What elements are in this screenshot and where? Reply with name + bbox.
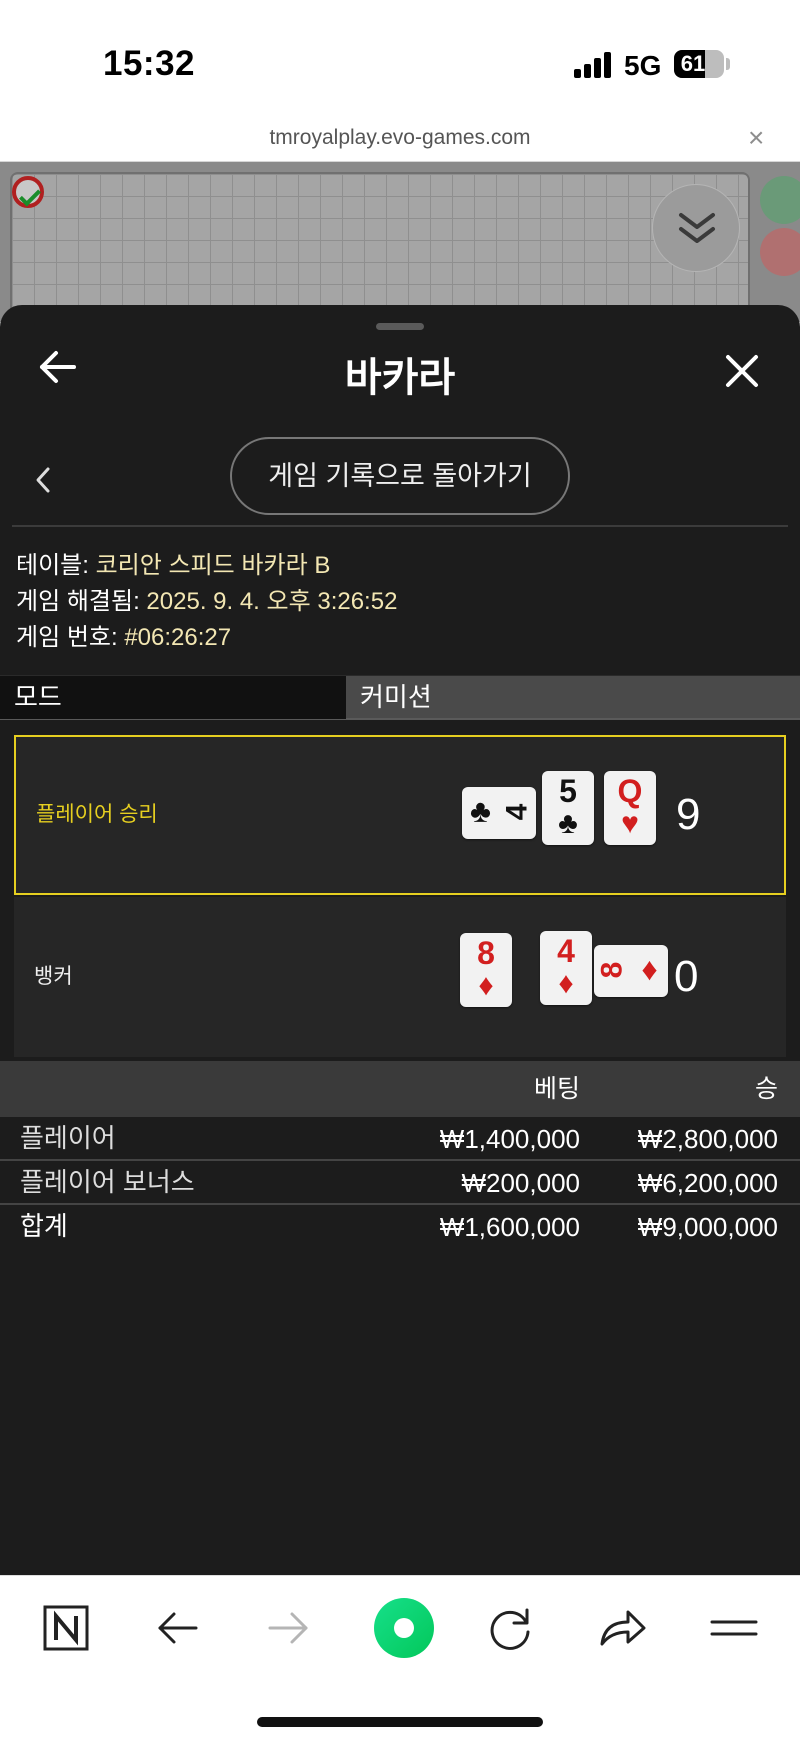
drag-handle[interactable]: [376, 323, 424, 330]
url-text: tmroyalplay.evo-games.com: [269, 126, 531, 149]
player-result-label: 플레이어 승리: [36, 803, 158, 826]
card-rank: 4: [500, 803, 534, 821]
bead-road-grid: [10, 172, 750, 322]
share-button[interactable]: [592, 1598, 652, 1658]
history-sheet: 바카라 게임 기록으로 돌아가기 테이블: 코리안 스피드 바카라 B 게임 해…: [0, 305, 800, 1575]
browser-toolbar: [0, 1575, 800, 1740]
card-rank: Q: [617, 773, 643, 809]
card-suit-icon: ♣: [470, 793, 491, 829]
collapse-button[interactable]: [652, 184, 740, 272]
url-bar[interactable]: tmroyalplay.evo-games.com ×: [0, 120, 800, 162]
banker-score: 0: [674, 952, 699, 1001]
bet-name: 플레이어 보너스: [20, 1167, 195, 1197]
resolved-label: 게임 해결됨:: [16, 588, 140, 615]
banker-card: 4 ♦: [540, 931, 592, 1005]
close-button[interactable]: [722, 351, 762, 396]
card-suit-icon: ♦: [478, 969, 494, 1002]
battery-level: 61: [680, 51, 706, 76]
green-home-button[interactable]: [368, 1592, 440, 1664]
status-time: 15:32: [103, 44, 196, 83]
side-marker-icon: [760, 228, 800, 276]
battery-icon: 61: [674, 50, 724, 78]
total-bet: ₩1,600,000: [439, 1212, 580, 1242]
banker-card: 8 ♦: [594, 945, 668, 997]
tab-mode[interactable]: 모드: [0, 676, 346, 719]
card-suit-icon: ♥: [621, 807, 639, 840]
back-arrow-icon: [158, 1612, 198, 1644]
resolved-info: 게임 해결됨: 2025. 9. 4. 오후 3:26:52: [16, 581, 397, 616]
card-suit-icon: ♦: [558, 967, 574, 1000]
bet-amount: ₩200,000: [461, 1168, 580, 1198]
resolved-value: 2025. 9. 4. 오후 3:26:52: [146, 588, 398, 615]
divider: [12, 525, 788, 527]
table-info: 테이블: 코리안 스피드 바카라 B: [16, 545, 330, 580]
card-rank: 8: [477, 935, 495, 971]
card-rank: 4: [557, 933, 575, 969]
banker-result-label: 뱅커: [34, 965, 73, 988]
forward-arrow-icon: [268, 1612, 308, 1644]
mode-tabs: 모드 커미션: [0, 675, 800, 720]
card-rank: 5: [559, 773, 577, 809]
win-amount: ₩6,200,000: [637, 1168, 778, 1198]
battery-tip: [726, 58, 730, 70]
reload-button[interactable]: [480, 1598, 540, 1658]
table-label: 테이블:: [16, 552, 89, 579]
player-card: Q ♥: [604, 771, 656, 845]
naver-n-button[interactable]: [36, 1598, 96, 1658]
table-row: 플레이어 ₩1,400,000 ₩2,800,000: [0, 1117, 800, 1161]
back-nav-button[interactable]: [148, 1598, 208, 1658]
banker-card: 8 ♦: [460, 933, 512, 1007]
win-column-header: 승: [754, 1075, 778, 1103]
menu-button[interactable]: [704, 1598, 764, 1658]
close-icon[interactable]: ×: [748, 122, 764, 154]
forward-nav-button[interactable]: [258, 1598, 318, 1658]
game-number-info: 게임 번호: #06:26:27: [16, 617, 231, 652]
reload-icon: [490, 1608, 530, 1650]
banker-result-panel: 뱅커 8 ♦ 4 ♦ 8 ♦ 0: [14, 897, 786, 1057]
total-label: 합계: [20, 1211, 68, 1241]
status-bar: 15:32 5G 61: [0, 0, 800, 120]
menu-icon: [710, 1620, 758, 1636]
player-card: 5 ♣: [542, 771, 594, 845]
naver-n-icon: [43, 1605, 89, 1651]
sheet-title: 바카라: [344, 356, 456, 400]
tab-commission[interactable]: 커미션: [348, 676, 800, 719]
total-win: ₩9,000,000: [637, 1212, 778, 1242]
player-score: 9: [676, 790, 701, 839]
table-row: 플레이어 보너스 ₩200,000 ₩6,200,000: [0, 1161, 800, 1205]
table-value: 코리안 스피드 바카라 B: [95, 552, 331, 579]
game-number-label: 게임 번호:: [16, 624, 118, 651]
card-rank: 8: [595, 961, 629, 979]
card-suit-icon: ♣: [558, 807, 578, 840]
bets-table-header: 베팅 승: [0, 1061, 800, 1117]
bet-column-header: 베팅: [533, 1075, 580, 1103]
side-marker-icon: [760, 176, 800, 224]
signal-icon: [574, 52, 614, 78]
previous-button[interactable]: [34, 465, 54, 500]
network-type: 5G: [624, 50, 662, 81]
player-card: 4 ♣: [462, 787, 536, 839]
double-chevron-down-icon: [679, 213, 715, 243]
total-row: 합계 ₩1,600,000 ₩9,000,000: [0, 1205, 800, 1249]
home-indicator: [257, 1717, 543, 1727]
chevron-left-icon: [36, 467, 50, 493]
back-to-history-button[interactable]: 게임 기록으로 돌아가기: [230, 437, 570, 515]
win-amount: ₩2,800,000: [637, 1124, 778, 1154]
close-icon: [726, 355, 758, 387]
bet-amount: ₩1,400,000: [439, 1124, 580, 1154]
bet-name: 플레이어: [20, 1123, 116, 1153]
green-home-icon: [374, 1598, 434, 1658]
road-logo-icon: [12, 176, 44, 208]
share-icon: [600, 1610, 646, 1646]
player-result-panel: 플레이어 승리 4 ♣ 5 ♣ Q ♥ 9: [14, 735, 786, 895]
game-number-value: #06:26:27: [124, 624, 232, 651]
card-suit-icon: ♦: [641, 951, 658, 987]
